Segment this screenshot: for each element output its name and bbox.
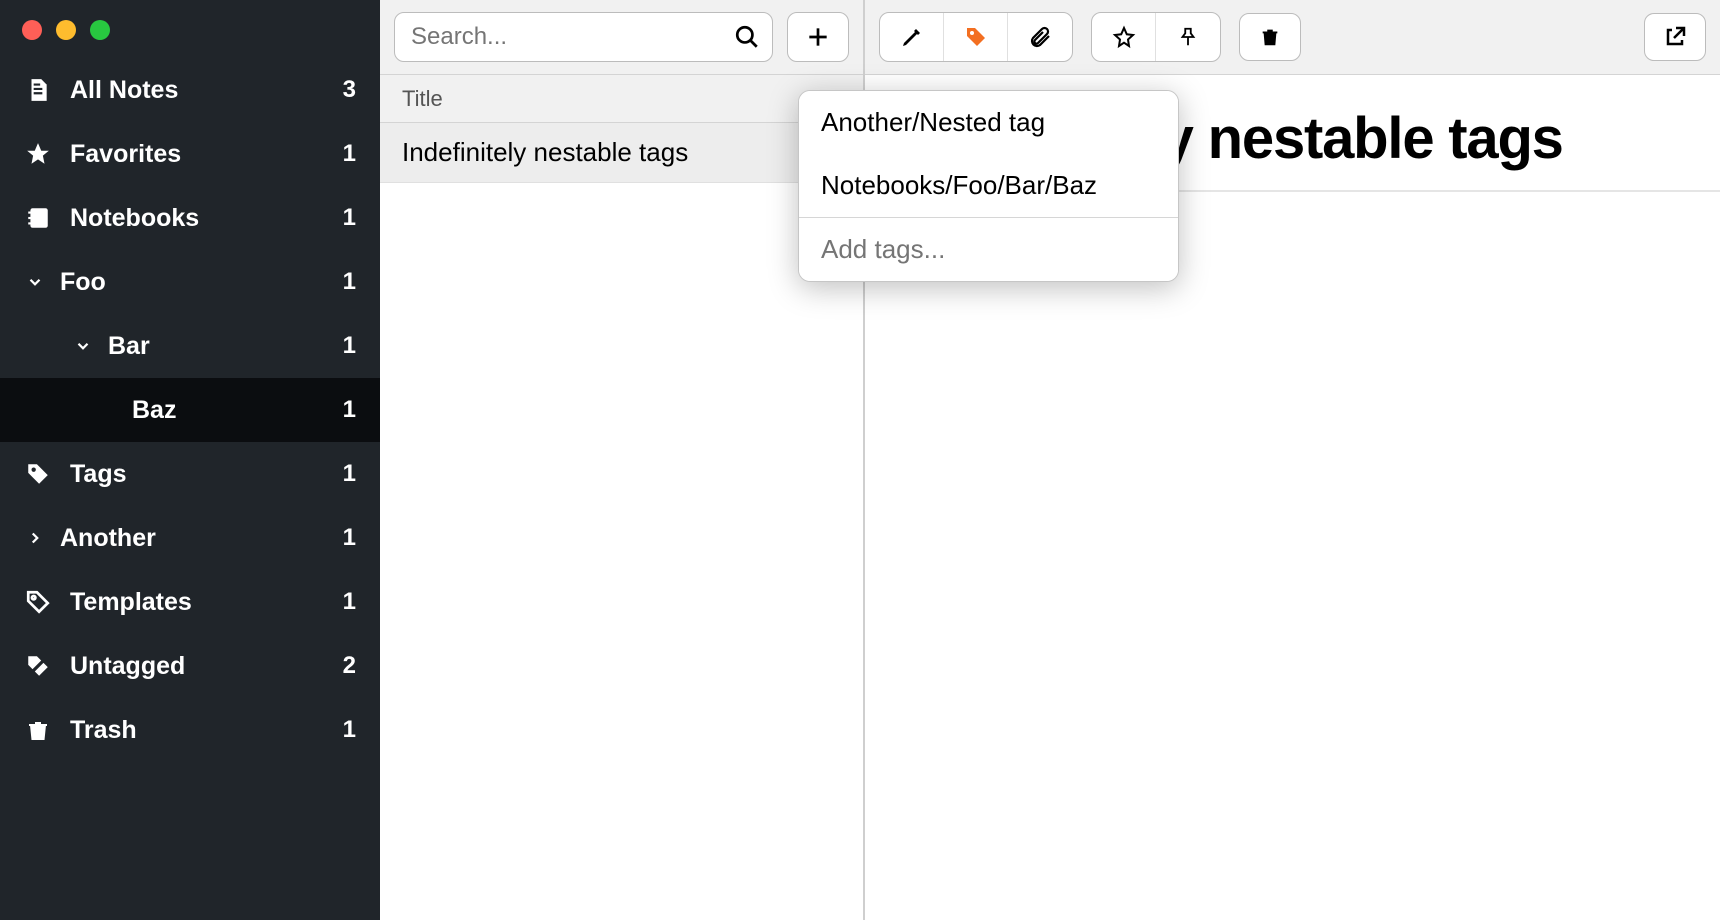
star-outline-icon bbox=[1112, 25, 1136, 49]
sidebar-item-untagged[interactable]: Untagged 2 bbox=[0, 634, 380, 698]
sidebar-item-templates[interactable]: Templates 1 bbox=[0, 570, 380, 634]
untagged-icon bbox=[24, 652, 52, 680]
open-external-icon bbox=[1663, 25, 1687, 49]
tag-button[interactable] bbox=[944, 13, 1008, 61]
sidebar-item-favorites[interactable]: Favorites 1 bbox=[0, 122, 380, 186]
pin-button[interactable] bbox=[1156, 13, 1220, 61]
tag-icon bbox=[964, 25, 988, 49]
notebook-icon bbox=[24, 204, 52, 232]
tag-popover-item[interactable]: Another/Nested tag bbox=[799, 91, 1178, 154]
trash-icon bbox=[24, 716, 52, 744]
sidebar-item-another[interactable]: Another 1 bbox=[0, 506, 380, 570]
sidebar-item-bar[interactable]: Bar 1 bbox=[0, 314, 380, 378]
sidebar-item-label: Notebooks bbox=[70, 204, 343, 233]
delete-button[interactable] bbox=[1239, 13, 1301, 61]
attachment-button[interactable] bbox=[1008, 13, 1072, 61]
sidebar-item-foo[interactable]: Foo 1 bbox=[0, 250, 380, 314]
add-tags-input[interactable] bbox=[799, 218, 1178, 281]
pencil-icon bbox=[900, 25, 924, 49]
sidebar-item-count: 1 bbox=[343, 460, 356, 488]
plus-icon bbox=[805, 24, 831, 50]
editor-pane: Indefinitely nestable tags Another/Neste… bbox=[865, 0, 1720, 920]
sidebar-item-label: All Notes bbox=[70, 76, 343, 105]
tag-icon bbox=[24, 460, 52, 488]
tag-popover-item-label: Another/Nested tag bbox=[821, 107, 1045, 137]
star-icon bbox=[24, 140, 52, 168]
sidebar-item-label: Tags bbox=[70, 460, 343, 489]
sidebar-item-count: 3 bbox=[343, 76, 356, 104]
sidebar-item-count: 1 bbox=[343, 268, 356, 296]
sidebar-item-label: Another bbox=[60, 524, 343, 553]
editor-toolbar bbox=[865, 0, 1720, 75]
search-input[interactable] bbox=[411, 23, 734, 51]
sidebar: All Notes 3 Favorites 1 Notebooks 1 Foo … bbox=[0, 0, 380, 920]
template-icon bbox=[24, 588, 52, 616]
list-toolbar bbox=[380, 0, 863, 75]
paperclip-icon bbox=[1028, 25, 1052, 49]
sidebar-item-count: 1 bbox=[343, 332, 356, 360]
search-icon bbox=[734, 24, 760, 50]
tag-popover: Another/Nested tag Notebooks/Foo/Bar/Baz bbox=[798, 90, 1179, 282]
sidebar-item-label: Favorites bbox=[70, 140, 343, 169]
chevron-right-icon[interactable] bbox=[24, 527, 46, 549]
pin-icon bbox=[1177, 25, 1199, 49]
window-close-button[interactable] bbox=[22, 20, 42, 40]
note-list-pane: Title Indefinitely nestable tags bbox=[380, 0, 865, 920]
sidebar-item-label: Untagged bbox=[70, 652, 343, 681]
sidebar-item-count: 1 bbox=[343, 140, 356, 168]
sidebar-item-all-notes[interactable]: All Notes 3 bbox=[0, 58, 380, 122]
note-row[interactable]: Indefinitely nestable tags bbox=[380, 123, 863, 183]
note-row-title: Indefinitely nestable tags bbox=[402, 137, 688, 168]
chevron-down-icon[interactable] bbox=[72, 335, 94, 357]
tool-group-edit bbox=[879, 12, 1073, 62]
sidebar-item-count: 1 bbox=[343, 716, 356, 744]
sidebar-item-label: Foo bbox=[60, 268, 343, 297]
sidebar-item-label: Bar bbox=[108, 332, 343, 361]
sidebar-item-label: Trash bbox=[70, 716, 343, 745]
sidebar-item-notebooks[interactable]: Notebooks 1 bbox=[0, 186, 380, 250]
tag-popover-item[interactable]: Notebooks/Foo/Bar/Baz bbox=[799, 154, 1178, 217]
new-note-button[interactable] bbox=[787, 12, 849, 62]
sidebar-item-count: 2 bbox=[343, 652, 356, 680]
open-external-button[interactable] bbox=[1644, 13, 1706, 61]
tool-group-flags bbox=[1091, 12, 1221, 62]
note-icon bbox=[24, 76, 52, 104]
sidebar-item-trash[interactable]: Trash 1 bbox=[0, 698, 380, 762]
window-minimize-button[interactable] bbox=[56, 20, 76, 40]
favorite-button[interactable] bbox=[1092, 13, 1156, 61]
sidebar-item-tags[interactable]: Tags 1 bbox=[0, 442, 380, 506]
sidebar-item-label: Baz bbox=[24, 396, 343, 425]
sidebar-item-count: 1 bbox=[343, 588, 356, 616]
trash-icon bbox=[1259, 25, 1281, 49]
tag-popover-item-label: Notebooks/Foo/Bar/Baz bbox=[821, 170, 1097, 200]
list-column-title: Title bbox=[402, 86, 443, 112]
list-column-header[interactable]: Title bbox=[380, 75, 863, 123]
sidebar-item-baz[interactable]: Baz 1 bbox=[0, 378, 380, 442]
sidebar-item-count: 1 bbox=[343, 204, 356, 232]
sidebar-item-count: 1 bbox=[343, 524, 356, 552]
search-field-wrap[interactable] bbox=[394, 12, 773, 62]
sidebar-item-label: Templates bbox=[70, 588, 343, 617]
edit-button[interactable] bbox=[880, 13, 944, 61]
sidebar-item-count: 1 bbox=[343, 396, 356, 424]
window-zoom-button[interactable] bbox=[90, 20, 110, 40]
chevron-down-icon[interactable] bbox=[24, 271, 46, 293]
window-controls bbox=[0, 0, 380, 58]
